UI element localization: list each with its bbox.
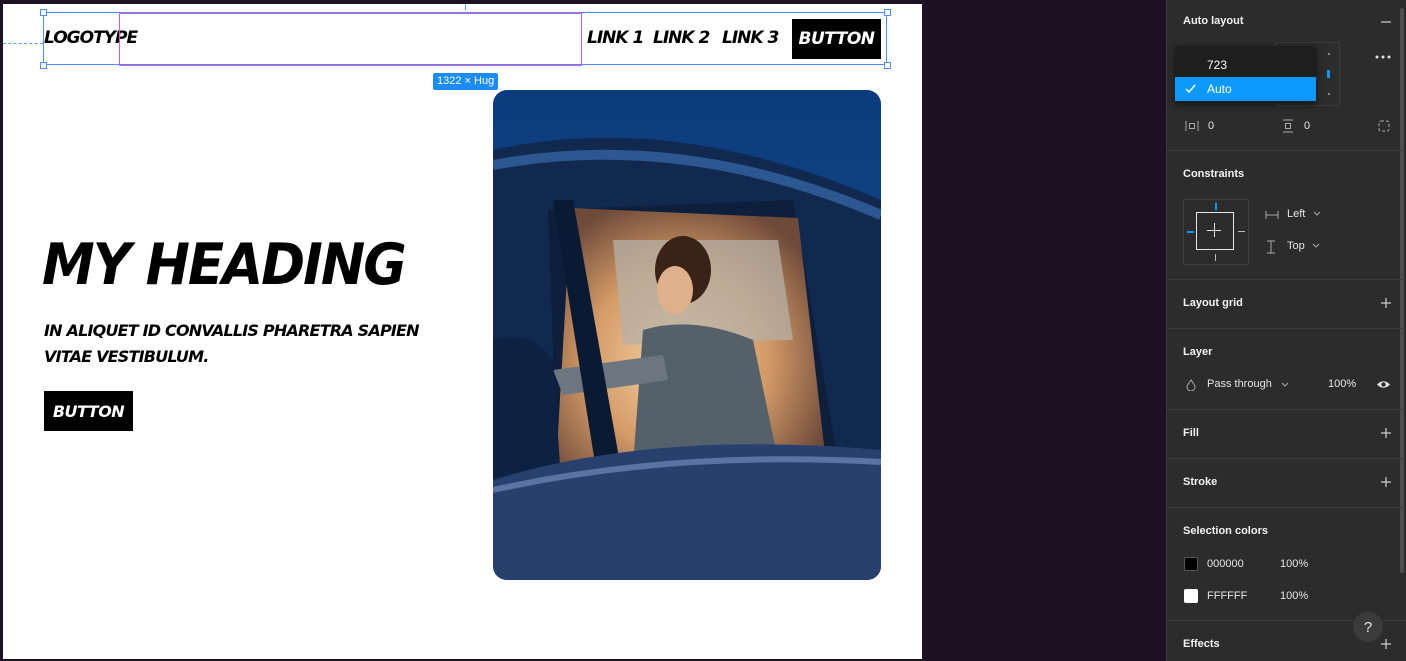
add-fill-icon[interactable] (1380, 427, 1392, 439)
blend-mode-select[interactable]: Pass through (1207, 378, 1272, 390)
constraint-bottom[interactable] (1215, 254, 1216, 261)
stroke-title: Stroke (1183, 476, 1218, 488)
vertical-padding-icon (1283, 119, 1293, 133)
resize-handle[interactable] (40, 9, 47, 16)
vertical-constraint-select[interactable]: Top (1287, 240, 1305, 252)
color-hex[interactable]: FFFFFF (1207, 590, 1247, 602)
hero-photo[interactable] (493, 90, 881, 580)
color-swatch-black[interactable] (1184, 557, 1198, 571)
width-dropdown-menu[interactable]: 723 Auto (1175, 46, 1316, 103)
checkmark-icon (1185, 84, 1196, 94)
constraints-inner-box (1196, 212, 1234, 250)
layer-title: Layer (1183, 346, 1213, 358)
design-frame[interactable]: LOGOTYPE LINK 1 LINK 2 LINK 3 BUTTON 132… (3, 4, 922, 659)
resize-handle[interactable] (884, 62, 891, 69)
fill-title: Fill (1183, 427, 1199, 439)
horizontal-padding-value[interactable]: 0 (1208, 120, 1214, 132)
eye-icon[interactable] (1376, 379, 1391, 390)
section-divider (1167, 150, 1406, 151)
layer-opacity[interactable]: 100% (1328, 378, 1356, 390)
section-divider (1167, 328, 1406, 329)
horizontal-constraint-icon (1265, 211, 1279, 219)
size-badge: 1322 × Hug (433, 73, 499, 90)
blend-mode-icon (1186, 379, 1196, 391)
effects-title: Effects (1183, 638, 1220, 650)
hero-heading[interactable]: MY HEADING (42, 232, 407, 298)
add-layout-grid-icon[interactable] (1380, 297, 1392, 309)
car-photo-illustration (493, 90, 881, 580)
hero-subheading[interactable]: IN ALIQUET ID CONVALLIS PHARETRA SAPIEN … (44, 318, 444, 370)
vertical-constraint-icon (1267, 240, 1275, 254)
hero-button[interactable]: BUTTON (44, 391, 133, 431)
constraints-widget[interactable] (1183, 199, 1249, 265)
help-button[interactable]: ? (1353, 612, 1383, 642)
section-divider (1167, 458, 1406, 459)
panel-scrollbar[interactable] (1400, 8, 1404, 573)
resize-handle[interactable] (884, 9, 891, 16)
section-divider (1167, 409, 1406, 410)
measure-guide (3, 43, 43, 44)
navbar-selection-box[interactable] (43, 12, 887, 65)
dropdown-option-label: 723 (1207, 58, 1228, 72)
chevron-down-icon[interactable] (1312, 243, 1320, 249)
horizontal-padding-icon (1185, 121, 1199, 131)
dropdown-option-auto[interactable]: Auto (1175, 77, 1316, 101)
chevron-down-icon[interactable] (1281, 382, 1289, 388)
dropdown-option-723[interactable]: 723 (1175, 53, 1316, 77)
selection-colors-title: Selection colors (1183, 525, 1268, 537)
constraints-title: Constraints (1183, 168, 1245, 180)
constraint-left-active[interactable] (1187, 231, 1194, 233)
constraint-top-active[interactable] (1215, 203, 1217, 210)
vertical-padding-value[interactable]: 0 (1304, 120, 1310, 132)
section-divider (1167, 279, 1406, 280)
section-divider (1167, 507, 1406, 508)
chevron-down-icon[interactable] (1313, 211, 1321, 217)
layout-grid-title: Layout grid (1183, 297, 1243, 309)
dropdown-option-label: Auto (1207, 82, 1232, 96)
add-effect-icon[interactable] (1380, 638, 1392, 650)
center-guide (465, 4, 466, 10)
more-options-icon[interactable] (1375, 51, 1391, 63)
color-opacity[interactable]: 100% (1280, 590, 1308, 602)
horizontal-constraint-select[interactable]: Left (1287, 208, 1305, 220)
resize-handle[interactable] (40, 62, 47, 69)
remove-auto-layout-icon[interactable] (1380, 16, 1392, 28)
individual-padding-icon[interactable] (1377, 119, 1391, 133)
color-hex[interactable]: 000000 (1207, 558, 1244, 570)
color-opacity[interactable]: 100% (1280, 558, 1308, 570)
add-stroke-icon[interactable] (1380, 476, 1392, 488)
color-swatch-white[interactable] (1184, 589, 1198, 603)
auto-layout-title: Auto layout (1183, 15, 1244, 27)
properties-panel: Auto layout 723 Auto 0 0 Constraints Lef… (1166, 0, 1406, 661)
constraint-right[interactable] (1238, 231, 1245, 232)
